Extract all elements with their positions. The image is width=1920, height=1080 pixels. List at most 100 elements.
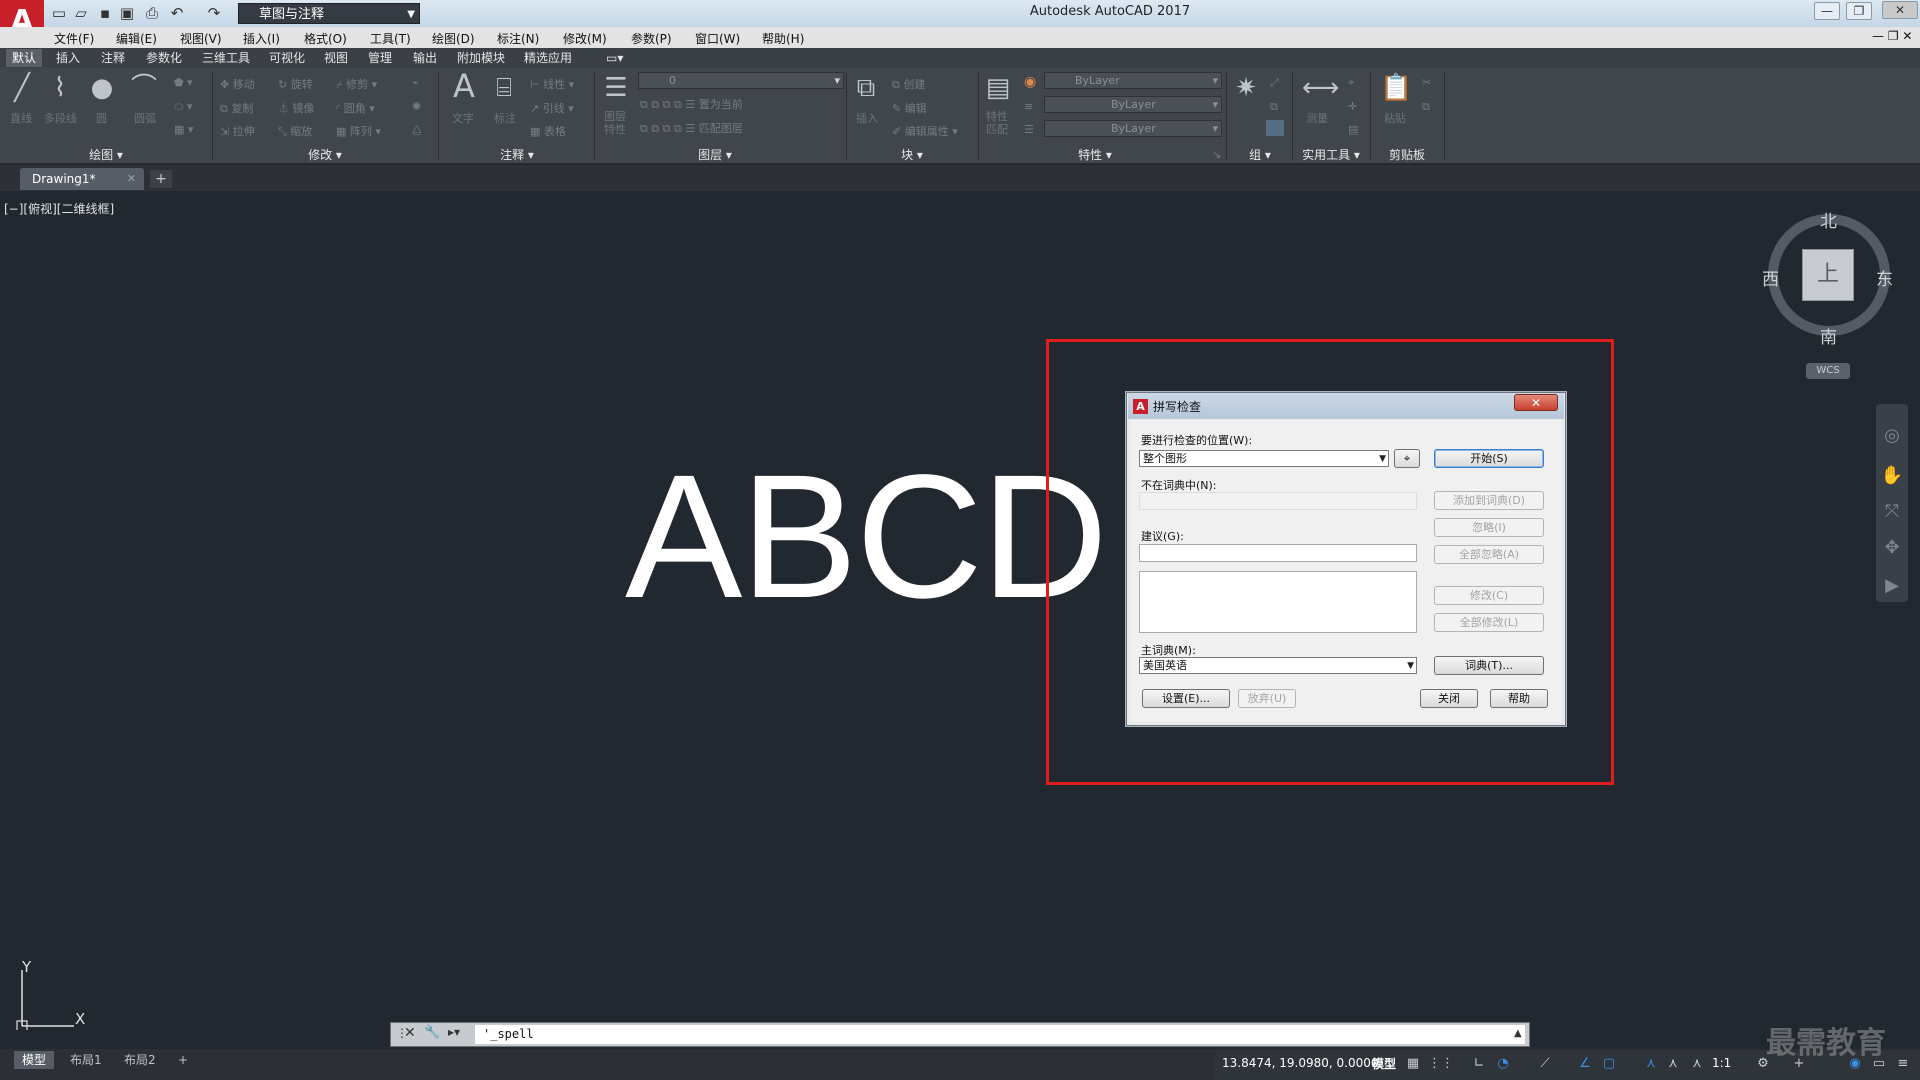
showmotion-icon[interactable]: ▶ <box>1880 574 1904 598</box>
panel-label-annotate[interactable]: 注释 ▾ <box>492 146 542 164</box>
erase-icon[interactable]: ⌁ <box>412 76 419 89</box>
linetype-dropdown[interactable]: ByLayer ▾ <box>1044 120 1222 137</box>
polyline-tool-icon[interactable]: ⌇ <box>46 74 74 102</box>
cut-icon[interactable]: ✂ <box>1422 76 1431 89</box>
tab-layout1[interactable]: 布局1 <box>62 1051 110 1069</box>
undo-button[interactable]: 放弃(U) <box>1238 689 1296 708</box>
annotation-visibility-icon[interactable]: ⋏ <box>1642 1055 1660 1073</box>
recent-commands-icon[interactable]: ▸▾ <box>448 1025 460 1039</box>
not-in-dictionary-field[interactable] <box>1139 492 1417 510</box>
change-all-button[interactable]: 全部修改(L) <box>1434 613 1544 632</box>
line-tool-icon[interactable]: ╱ <box>8 74 36 102</box>
menu-view[interactable]: 视图(V) <box>180 30 222 47</box>
circle-tool-icon[interactable]: ● <box>88 74 116 102</box>
menu-help[interactable]: 帮助(H) <box>762 30 804 47</box>
dictionaries-button[interactable]: 词典(T)... <box>1434 656 1544 675</box>
add-layout-button[interactable]: + <box>170 1051 196 1069</box>
main-dictionary-select[interactable]: 美国英语 ▼ <box>1139 657 1417 674</box>
tab-manage[interactable]: 管理 <box>362 49 398 67</box>
model-space-toggle[interactable]: 模型 <box>1372 1055 1396 1072</box>
coordinates-readout[interactable]: 13.8474, 19.0980, 0.0000 <box>1222 1056 1379 1070</box>
compass-west[interactable]: 西 <box>1762 265 1779 290</box>
ignore-all-button[interactable]: 全部忽略(A) <box>1434 545 1544 564</box>
edit-block[interactable]: ✎ 编辑 <box>892 100 927 116</box>
util-tool-3-icon[interactable]: ▤ <box>1348 123 1358 136</box>
ignore-button[interactable]: 忽略(I) <box>1434 518 1544 537</box>
tab-output[interactable]: 输出 <box>407 49 443 67</box>
arc-tool-icon[interactable]: ⌒ <box>130 74 158 102</box>
close-window-button[interactable]: ✕ <box>1882 1 1918 19</box>
leader-tool[interactable]: ↗ 引线 ▾ <box>530 100 574 116</box>
properties-launcher-icon[interactable]: ↘ <box>1212 148 1221 161</box>
close-tab-icon[interactable]: ✕ <box>127 168 136 190</box>
auto-scale-icon[interactable]: ⋏ <box>1664 1055 1682 1073</box>
where-to-check-select[interactable]: 整个图形 ▼ <box>1139 450 1389 467</box>
viewport-controls-label[interactable]: [−][俯视][二维线框] <box>4 200 114 217</box>
edit-attribute[interactable]: ✐ 编辑属性 ▾ <box>892 123 958 139</box>
ellipse-icon[interactable]: ⬭ ▾ <box>174 100 192 114</box>
offset-icon[interactable]: ⧋ <box>412 123 422 137</box>
menu-draw[interactable]: 绘图(D) <box>432 30 475 47</box>
redo-icon[interactable]: ↷ <box>205 4 223 22</box>
tab-drawing1[interactable]: Drawing1* ✕ <box>20 168 144 190</box>
color-wheel-icon[interactable]: ◉ <box>1024 74 1036 90</box>
start-button[interactable]: 开始(S) <box>1434 449 1544 468</box>
tab-addins[interactable]: 附加模块 <box>451 49 511 67</box>
trim-tool[interactable]: ⌿ 修剪 ▾ <box>336 76 377 92</box>
copy-clip-icon[interactable]: ⧉ <box>1422 100 1430 114</box>
tab-view[interactable]: 视图 <box>318 49 354 67</box>
chevron-up-icon[interactable]: ▲ <box>1514 1028 1522 1039</box>
lineweight-icon[interactable]: ≡ <box>1024 100 1033 113</box>
tab-featured-apps[interactable]: 精选应用 <box>518 49 578 67</box>
menu-tools[interactable]: 工具(T) <box>370 30 411 47</box>
group-tool-2-icon[interactable]: ⧉ <box>1270 100 1278 114</box>
copy-tool[interactable]: ⧉ 复制 <box>220 100 253 116</box>
scale-value[interactable]: 1:1 <box>1712 1056 1731 1070</box>
tab-annotate[interactable]: 注释 <box>95 49 131 67</box>
lineweight-dropdown[interactable]: ByLayer ▾ <box>1044 96 1222 113</box>
explode-icon[interactable]: ✺ <box>412 100 421 113</box>
viewcube-top-face[interactable]: 上 <box>1802 249 1854 301</box>
move-tool[interactable]: ✥ 移动 <box>220 76 255 92</box>
panel-label-properties[interactable]: 特性 ▾ <box>1070 146 1120 164</box>
customize-menu-icon[interactable]: ≡ <box>1894 1055 1912 1073</box>
fillet-tool[interactable]: ◜ 圆角 ▾ <box>336 100 375 116</box>
zoom-extents-icon[interactable]: ⤧ <box>1880 500 1904 524</box>
pan-icon[interactable]: ✋ <box>1880 464 1904 488</box>
table-tool[interactable]: ▦ 表格 <box>530 123 566 139</box>
match-properties-icon[interactable]: ▤ <box>984 74 1012 102</box>
text-tool-icon[interactable]: A <box>450 70 478 102</box>
tab-insert[interactable]: 插入 <box>50 49 86 67</box>
customize-icon[interactable]: 🔧 <box>424 1025 440 1040</box>
menu-window[interactable]: 窗口(W) <box>695 30 740 47</box>
tab-default[interactable]: 默认 <box>6 49 43 67</box>
color-dropdown[interactable]: ByLayer ▾ <box>1044 72 1222 89</box>
menu-dimension[interactable]: 标注(N) <box>497 30 539 47</box>
compass-east[interactable]: 东 <box>1876 265 1893 290</box>
print-icon[interactable]: ⎙ <box>143 4 161 22</box>
compass-south[interactable]: 南 <box>1820 323 1837 348</box>
panel-label-block[interactable]: 块 ▾ <box>892 146 932 164</box>
compass-north[interactable]: 北 <box>1820 207 1837 232</box>
panel-label-utilities[interactable]: 实用工具 ▾ <box>1292 146 1370 164</box>
tab-visualize[interactable]: 可视化 <box>263 49 311 67</box>
dialog-close-button[interactable]: ✕ <box>1514 394 1558 411</box>
layer-tools-row2[interactable]: ⧉ ⧉ ⧉ ⧉ ☰ 匹配图层 <box>640 120 743 136</box>
panel-label-modify[interactable]: 修改 ▾ <box>300 146 350 164</box>
util-tool-2-icon[interactable]: ✛ <box>1348 100 1357 113</box>
array-tool[interactable]: ▦ 阵列 ▾ <box>336 123 381 139</box>
minimize-button[interactable]: — <box>1814 2 1840 20</box>
measure-icon[interactable]: ⟷ <box>1302 74 1339 102</box>
steering-wheel-icon[interactable]: ◎ <box>1880 424 1904 448</box>
doc-minimize-icon[interactable]: — ❐ ✕ <box>1872 29 1912 43</box>
help-button[interactable]: 帮助 <box>1490 689 1548 708</box>
command-input[interactable]: '_spell <box>475 1025 1525 1044</box>
layer-properties-icon[interactable]: ☰ <box>602 74 630 102</box>
layer-dropdown[interactable]: 0 ▾ <box>638 72 844 89</box>
select-objects-button[interactable]: ⌖ <box>1394 449 1420 468</box>
undo-icon[interactable]: ↶ <box>168 4 186 22</box>
ortho-icon[interactable]: ∟ <box>1470 1055 1488 1073</box>
osnap-track-icon[interactable]: ∠ <box>1576 1055 1594 1073</box>
stretch-tool[interactable]: ⇲ 拉伸 <box>220 123 255 139</box>
rotate-tool[interactable]: ↻ 旋转 <box>278 76 313 92</box>
